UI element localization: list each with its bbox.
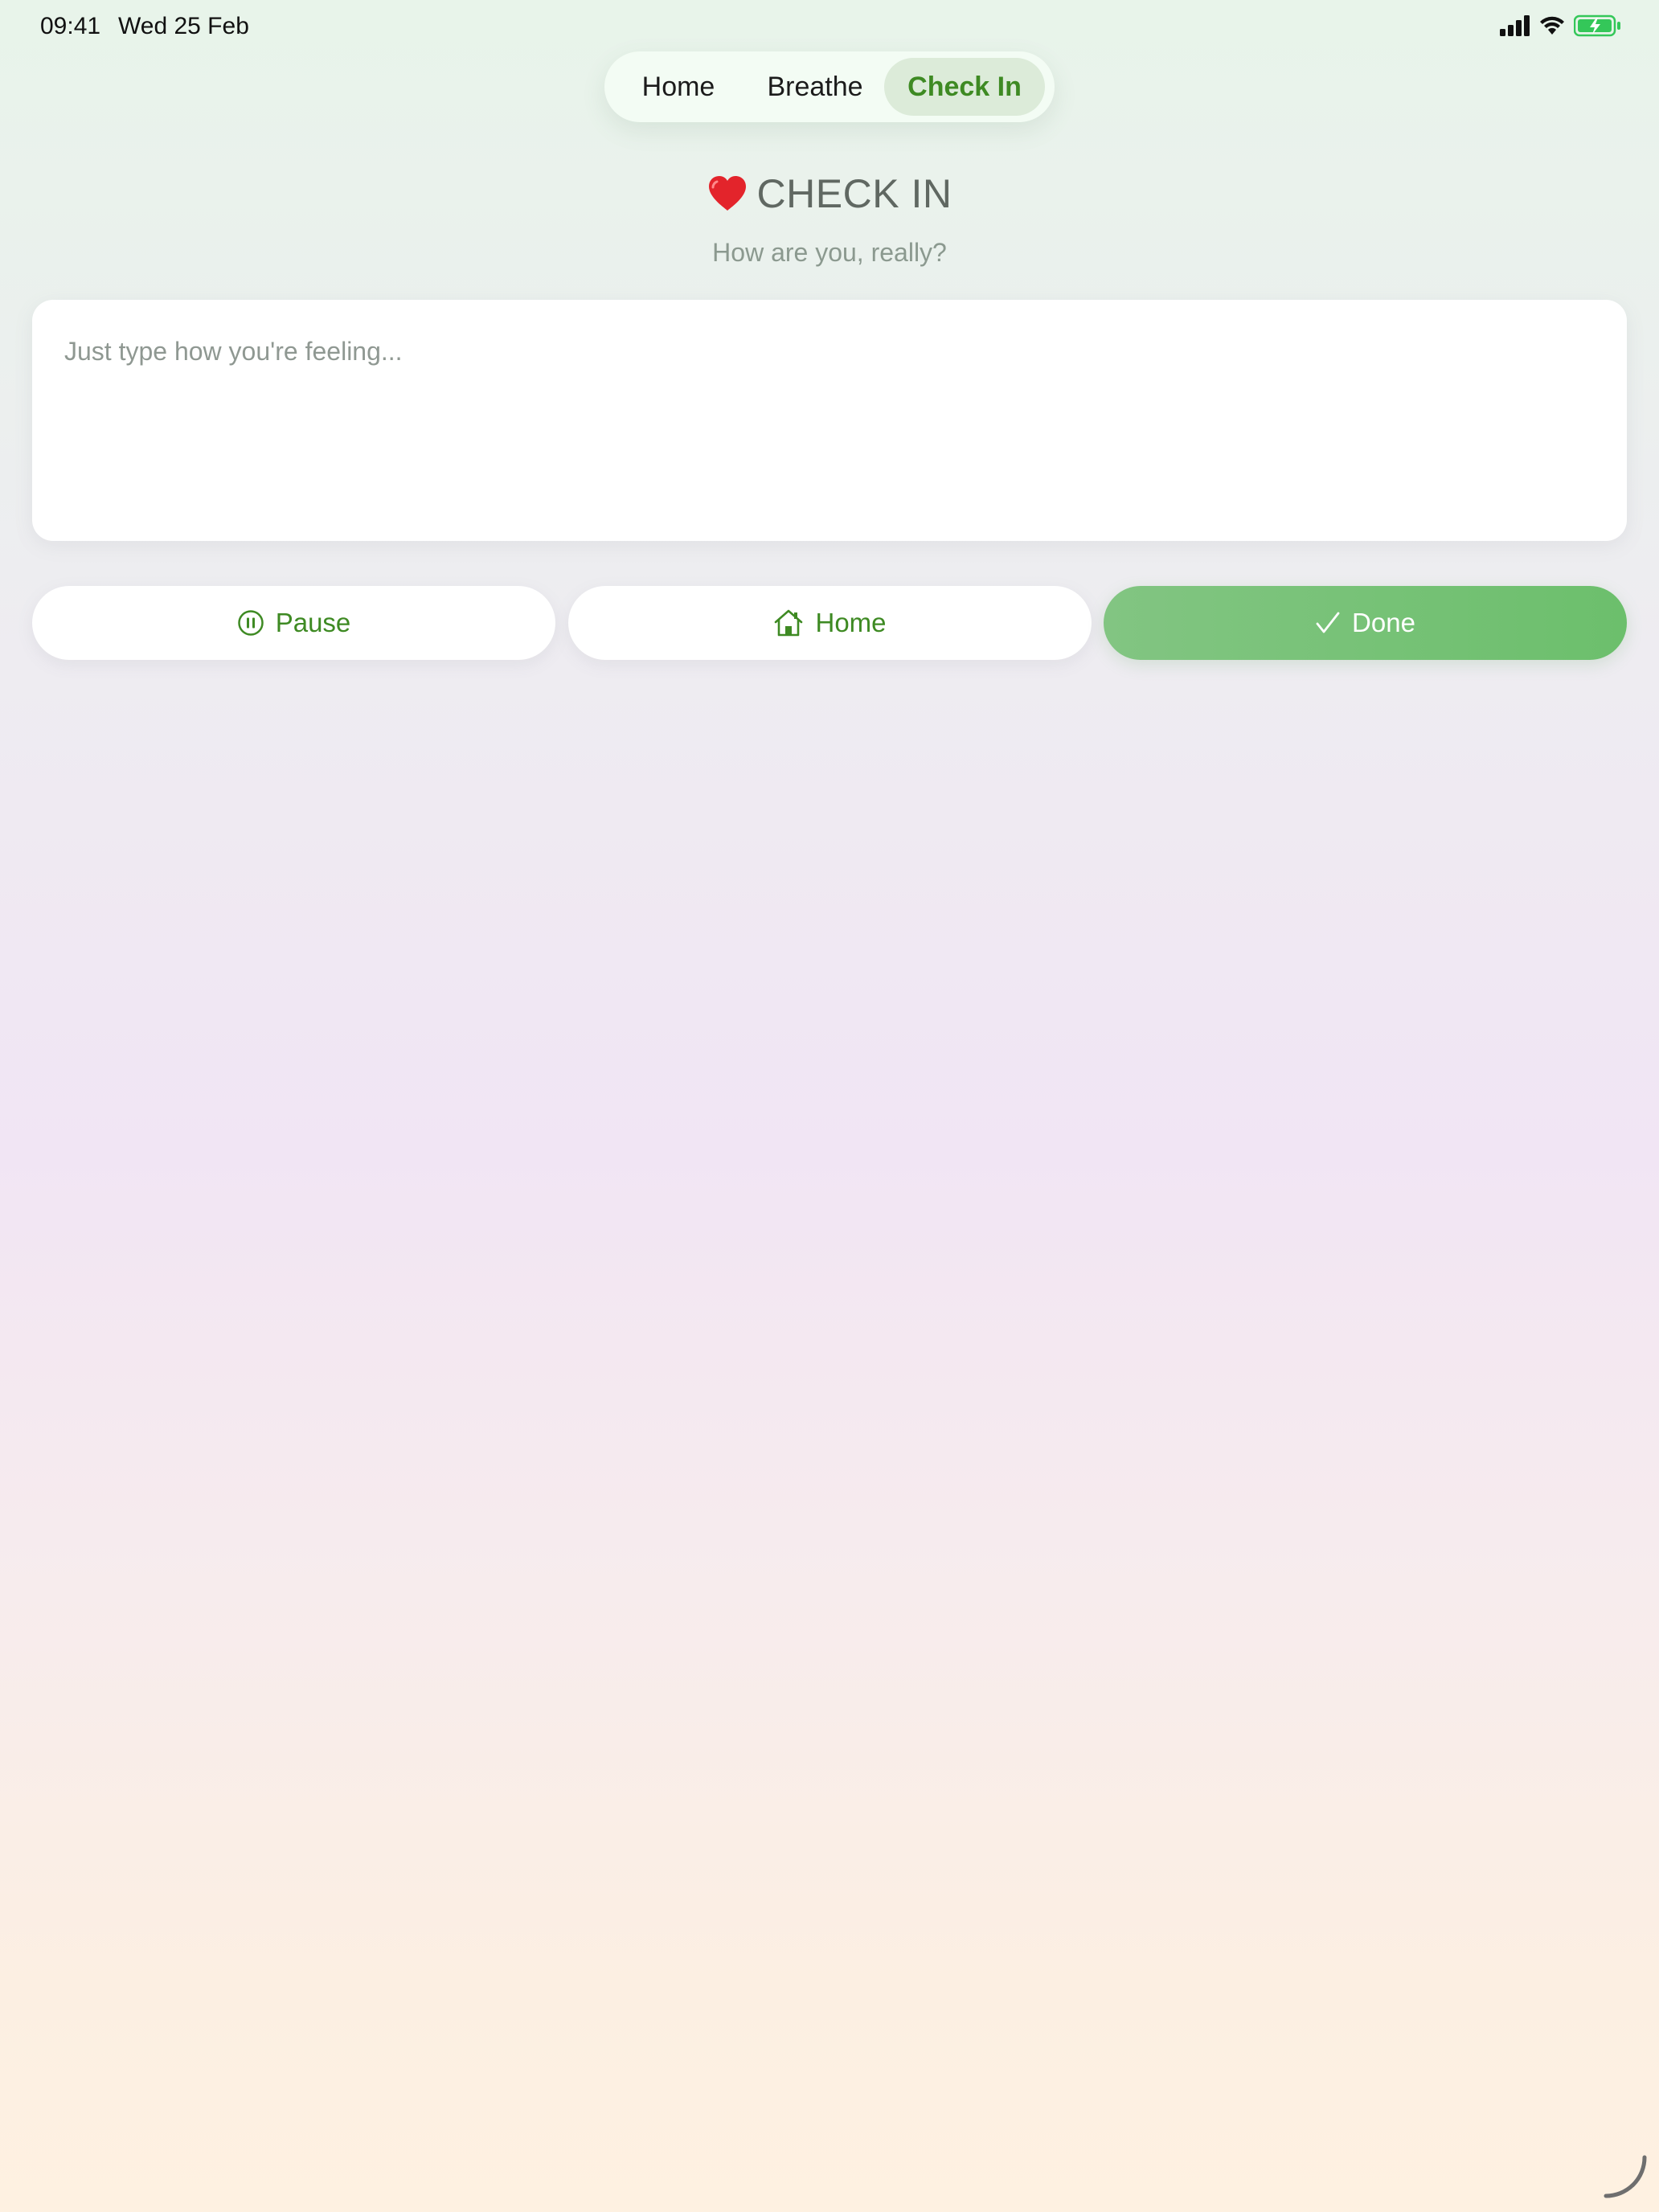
status-time: 09:41	[40, 13, 101, 39]
page-title: CHECK IN	[756, 171, 952, 216]
home-label: Home	[815, 608, 887, 637]
pause-label: Pause	[275, 608, 351, 637]
status-bar: 09:41 Wed 25 Feb	[0, 0, 1659, 51]
page-subtitle: How are you, really?	[712, 238, 947, 267]
tab-check-in[interactable]: Check In	[884, 58, 1045, 116]
feeling-entry-card	[32, 300, 1627, 541]
home-button[interactable]: Home	[568, 586, 1092, 660]
corner-indicator-icon	[1604, 2155, 1647, 2198]
signal-icon	[1500, 15, 1530, 36]
wifi-icon	[1540, 16, 1564, 35]
heart-icon	[708, 176, 746, 211]
battery-charging-icon	[1574, 14, 1620, 37]
pause-icon	[237, 610, 264, 636]
checkmark-icon	[1316, 612, 1340, 633]
home-icon	[775, 609, 803, 637]
done-button[interactable]: Done	[1104, 586, 1627, 660]
feeling-input[interactable]	[32, 300, 1627, 541]
tab-breathe[interactable]: Breathe	[746, 58, 884, 116]
tab-home[interactable]: Home	[611, 58, 746, 116]
pause-button[interactable]: Pause	[32, 586, 555, 660]
top-nav: Home Breathe Check In	[604, 51, 1055, 122]
status-date: Wed 25 Feb	[118, 13, 249, 39]
page-title-row: CHECK IN	[0, 170, 1659, 217]
done-label: Done	[1352, 608, 1415, 637]
status-icons	[1500, 14, 1622, 37]
